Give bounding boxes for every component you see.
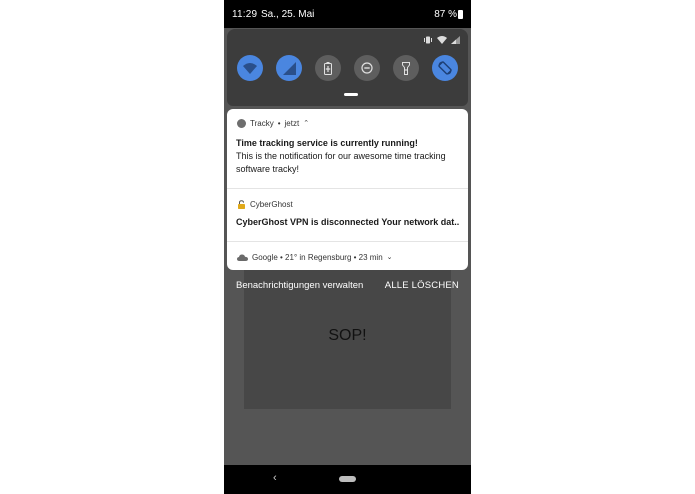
battery-percentage: 87 % xyxy=(434,9,457,20)
flashlight-tile[interactable] xyxy=(393,55,419,81)
notification-actions: Benachrichtigungen verwalten ALLE LÖSCHE… xyxy=(224,276,471,296)
clear-all-button[interactable]: ALLE LÖSCHEN xyxy=(385,280,459,291)
notification-cyberghost[interactable]: CyberGhost CyberGhost VPN is disconnecte… xyxy=(227,188,468,241)
mobile-data-tile[interactable] xyxy=(276,55,302,81)
notification-title: CyberGhost VPN is disconnected Your netw… xyxy=(236,217,460,227)
cloud-icon xyxy=(237,254,248,261)
notification-google-weather[interactable]: Google • 21° in Regensburg • 23 min ⌄ xyxy=(227,241,468,270)
rotate-icon xyxy=(438,61,452,75)
notification-tracky[interactable]: Tracky • jetzt ⌃ Time tracking service i… xyxy=(227,109,468,188)
flashlight-icon xyxy=(402,61,410,75)
battery-icon xyxy=(458,10,463,19)
notification-body: This is the notification for our awesome… xyxy=(236,151,446,174)
wifi-tile[interactable] xyxy=(237,55,263,81)
quick-settings-panel xyxy=(227,29,468,106)
manage-notifications-button[interactable]: Benachrichtigungen verwalten xyxy=(236,280,363,291)
notification-summary: Google • 21° in Regensburg • 23 min xyxy=(252,252,383,262)
navigation-bar: ‹ xyxy=(224,465,471,494)
wifi-status-icon xyxy=(437,36,447,44)
status-date: Sa., 25. Mai xyxy=(261,9,315,20)
wifi-icon xyxy=(243,62,257,74)
notification-time: jetzt xyxy=(284,118,300,128)
dnd-icon xyxy=(361,62,373,74)
lock-icon xyxy=(238,199,245,209)
battery-saver-tile[interactable] xyxy=(315,55,341,81)
do-not-disturb-tile[interactable] xyxy=(354,55,380,81)
battery-saver-icon xyxy=(324,61,332,75)
notification-app-name: CyberGhost xyxy=(250,199,293,209)
notification-header: Tracky • jetzt ⌃ xyxy=(237,117,309,129)
phone-screen: 11:29 Sa., 25. Mai 87 % SOP! Tracky • je… xyxy=(224,0,471,494)
signal-icon xyxy=(282,61,296,75)
qs-expand-handle[interactable] xyxy=(344,93,358,96)
tracky-app-icon xyxy=(237,118,246,128)
qs-indicators xyxy=(423,35,460,45)
back-icon[interactable]: ‹ xyxy=(273,472,277,484)
notification-header: Google • 21° in Regensburg • 23 min ⌄ xyxy=(237,251,393,263)
notification-title: Time tracking service is currently runni… xyxy=(236,138,418,148)
auto-rotate-tile[interactable] xyxy=(432,55,458,81)
vibrate-icon xyxy=(424,36,432,44)
chevron-up-icon[interactable]: ⌃ xyxy=(303,119,309,127)
notification-app-name: Tracky xyxy=(250,118,274,128)
home-pill[interactable] xyxy=(339,476,356,482)
status-time: 11:29 xyxy=(232,9,258,20)
app-sop-text: SOP! xyxy=(328,327,367,344)
notification-header: CyberGhost xyxy=(237,198,293,210)
separator-dot: • xyxy=(277,118,281,128)
status-bar: 11:29 Sa., 25. Mai 87 % xyxy=(224,0,471,28)
chevron-down-icon[interactable]: ⌄ xyxy=(387,253,393,261)
notification-list: Tracky • jetzt ⌃ Time tracking service i… xyxy=(227,109,468,270)
signal-status-icon xyxy=(451,36,460,44)
